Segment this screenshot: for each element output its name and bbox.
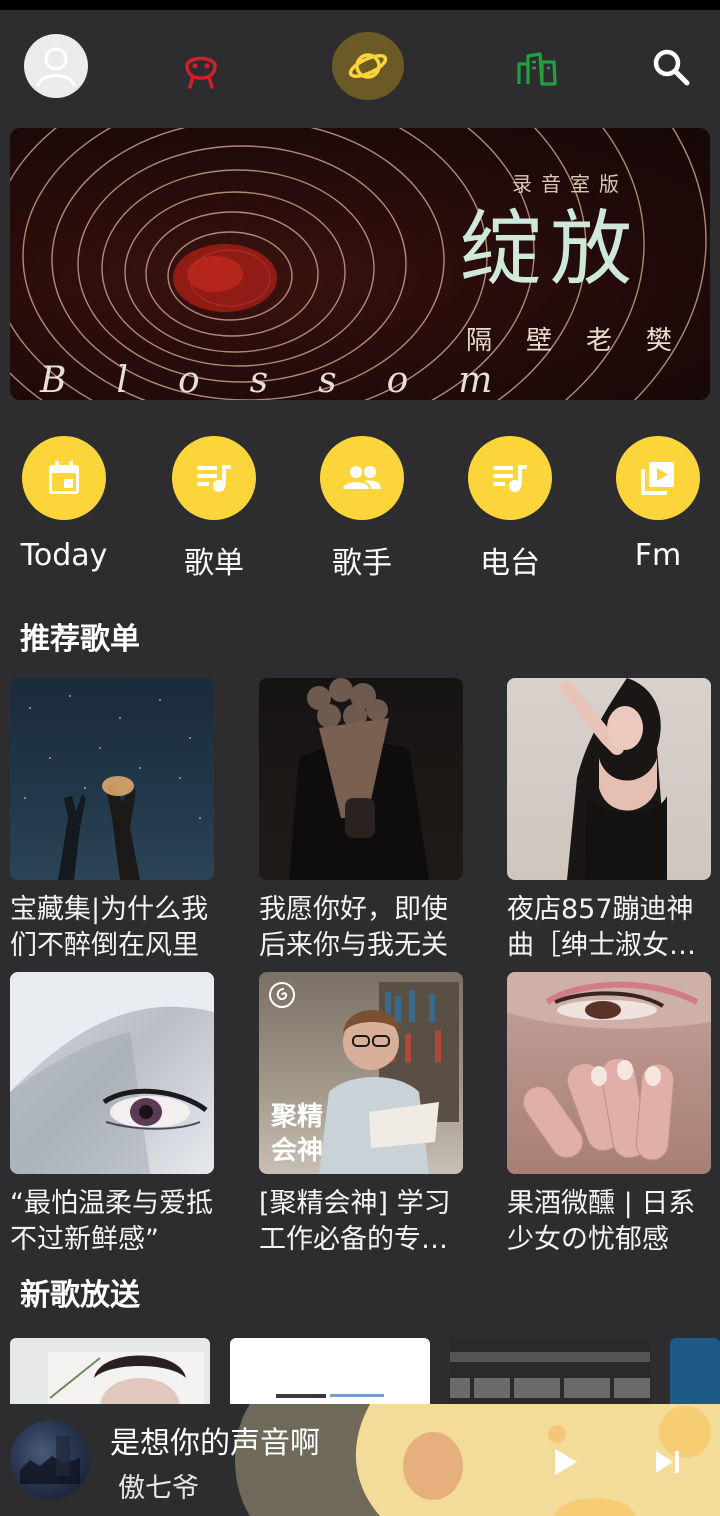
playlist-title: 宝藏集|为什么我们不醉倒在风里 — [10, 894, 209, 961]
shortcut-label: Fm — [634, 538, 682, 573]
city-icon[interactable] — [512, 46, 562, 92]
playlist-cover: 聚精会神 — [259, 972, 463, 1174]
radio-playlist-icon — [468, 436, 552, 520]
status-bar — [0, 0, 720, 10]
now-playing-title: 是想你的声音啊 — [110, 1426, 320, 1461]
album-disc[interactable] — [10, 1420, 90, 1500]
playlist-title: 夜店857蹦迪神曲［绅士淑女必备］ — [507, 894, 696, 961]
playlist-title: “最怕温柔与爱抵不过新鲜感” — [10, 1188, 213, 1255]
playlist-card[interactable]: “最怕温柔与爱抵不过新鲜感” — [10, 972, 214, 1258]
playlist-icon — [172, 436, 256, 520]
banner[interactable]: Blossom 录音室版 绽放 隔壁老樊 — [10, 128, 710, 400]
playlist-title: [聚精会神] 学习工作必备的专注音乐 — [259, 1188, 451, 1255]
skip-next-icon — [656, 1451, 679, 1473]
netease-logo-icon — [269, 982, 295, 1008]
new-song-cover — [48, 1352, 204, 1408]
video-library-icon — [616, 436, 700, 520]
shortcut-label: 歌手 — [332, 546, 392, 581]
top-nav — [0, 10, 720, 122]
playlist-badge: 聚精会神 — [271, 1102, 324, 1166]
play-icon — [555, 1449, 577, 1475]
planet-icon[interactable] — [332, 32, 404, 100]
banner-title: 绽放 — [460, 202, 641, 297]
playlist-cover — [259, 678, 463, 880]
shortcut-today[interactable]: Today — [11, 436, 121, 586]
section-title-new-songs: 新歌放送 — [20, 1278, 140, 1313]
shortcut-label: 电台 — [480, 546, 540, 581]
playlist-card[interactable]: 宝藏集|为什么我们不醉倒在风里 — [10, 678, 214, 964]
shortcut-label: 歌单 — [184, 546, 244, 581]
playlist-card[interactable]: 夜店857蹦迪神曲［绅士淑女必备］ — [507, 678, 711, 964]
mini-player[interactable]: 是想你的声音啊 傲七爷 — [0, 1404, 720, 1516]
playlist-title: 我愿你好，即使后来你与我无关 — [259, 894, 448, 961]
play-button[interactable] — [548, 1444, 584, 1480]
playlist-cover — [10, 972, 214, 1174]
section-title-recommended: 推荐歌单 — [20, 622, 140, 657]
playlist-cover — [507, 972, 711, 1174]
new-song-cover — [450, 1352, 650, 1402]
banner-latin-title: Blossom — [40, 360, 543, 400]
people-icon — [320, 436, 404, 520]
playlist-card[interactable]: 聚精会神 [聚精会神] 学习工作必备的专注音乐 — [259, 972, 463, 1258]
shortcut-singer[interactable]: 歌手 — [309, 436, 419, 586]
avatar-placeholder-icon — [25, 35, 87, 97]
player-background-art — [0, 1404, 720, 1516]
shortcut-playlist[interactable]: 歌单 — [161, 436, 271, 586]
next-button[interactable] — [650, 1444, 686, 1480]
new-song-cover — [276, 1394, 384, 1398]
playlist-title: 果酒微醺 | 日系少女の忧郁感 — [507, 1188, 696, 1255]
playlist-cover — [10, 678, 214, 880]
new-song-card[interactable] — [230, 1338, 430, 1408]
playlist-cover — [507, 678, 711, 880]
banner-edition: 录音室版 — [512, 172, 628, 196]
playlist-card[interactable]: 我愿你好，即使后来你与我无关 — [259, 678, 463, 964]
banner-artist: 隔壁老樊 — [466, 326, 707, 356]
shortcut-fm[interactable]: Fm — [605, 436, 715, 586]
calendar-icon — [22, 436, 106, 520]
new-song-card[interactable] — [10, 1338, 210, 1408]
new-song-card[interactable] — [670, 1338, 720, 1408]
alien-icon[interactable] — [176, 44, 226, 94]
shortcut-radio[interactable]: 电台 — [457, 436, 567, 586]
shortcut-label: Today — [20, 538, 108, 573]
now-playing-artist: 傲七爷 — [118, 1473, 199, 1504]
search-icon[interactable] — [648, 44, 694, 90]
playlist-card[interactable]: 果酒微醺 | 日系少女の忧郁感 — [507, 972, 711, 1258]
user-avatar[interactable] — [24, 34, 88, 98]
new-song-card[interactable] — [450, 1338, 650, 1408]
